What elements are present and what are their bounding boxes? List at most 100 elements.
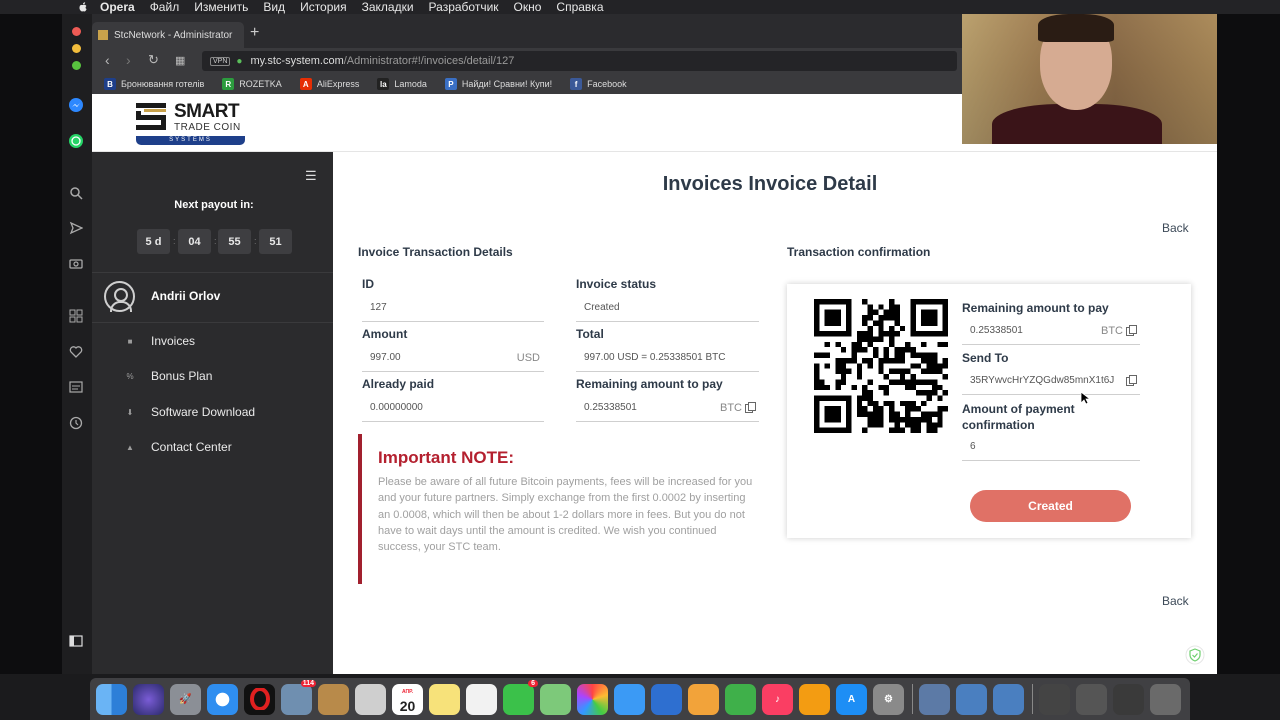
menu-history[interactable]: История [300,0,347,14]
history-icon[interactable] [67,414,85,432]
sidebar-item-label: Software Download [151,405,256,419]
desktop-folder-icon[interactable] [1113,683,1144,715]
copy-icon[interactable] [1126,375,1137,386]
menu-hamburger-icon[interactable]: ☰ [305,168,317,184]
search-icon[interactable] [67,184,85,202]
remaining-currency: BTC [720,402,742,414]
tab-title: StcNetwork - Administrator [114,29,233,41]
vpn-badge[interactable]: VPN [210,56,231,66]
menu-file[interactable]: Файл [150,0,180,14]
bookmark-facebook[interactable]: f Facebook [570,78,627,90]
menu-developer[interactable]: Разработчик [429,0,499,14]
address-bar[interactable]: VPN ● my.stc-system.com /Administrator#!… [202,51,957,71]
menu-opera[interactable]: Opera [100,0,135,14]
bookmark-price[interactable]: P Найди! Сравни! Купи! [444,78,552,90]
qr-code-icon[interactable] [814,299,948,433]
copy-icon[interactable] [745,402,756,413]
maps-icon[interactable] [540,683,571,715]
sidebar-item-label: Bonus Plan [151,369,213,383]
news-icon[interactable] [67,378,85,396]
created-status-button[interactable]: Created [970,490,1131,522]
send-to-label: Send To [962,351,1009,365]
preview-icon[interactable] [919,683,950,715]
app-sidebar: ☰ Next payout in: 5 d : 04 : 55 : 51 And… [92,152,333,674]
screenshot-icon[interactable] [956,683,987,715]
bookmark-lamoda[interactable]: la Lamoda [377,78,427,90]
stc-logo[interactable]: SMART TRADE COIN SYSTEMS [136,101,246,147]
maximize-window-icon[interactable] [72,61,81,70]
back-nav-icon[interactable]: ‹ [105,52,110,68]
close-window-icon[interactable] [72,27,81,36]
download-icon: ⬇ [126,407,134,417]
speed-dial-icon[interactable] [67,307,85,325]
paid-field: 0.00000000 [362,401,544,422]
messenger-icon[interactable] [67,96,85,114]
messages-icon[interactable] [614,683,645,715]
app-store-icon[interactable]: A [836,683,867,715]
bookmark-rozetka[interactable]: R ROZETKA [222,78,282,90]
apple-icon[interactable] [76,1,90,13]
heart-icon[interactable] [67,343,85,361]
sidebar-toggle-icon[interactable] [67,632,85,650]
reminders-icon[interactable] [466,683,497,715]
numbers-icon[interactable] [725,683,756,715]
finder-icon[interactable] [96,683,127,715]
user-name[interactable]: Andrii Orlov [151,289,220,303]
menu-edit[interactable]: Изменить [194,0,248,14]
sidebar-item-bonus-plan[interactable]: % Bonus Plan [92,363,333,389]
total-label: Total [576,327,604,341]
countdown-seconds: 51 [259,229,292,254]
card-remaining-currency-wrap: BTC [1101,324,1137,338]
send-to-field: 35RYwvcHrYZQGdw85mnX1t6J [962,374,1140,395]
contacts-icon[interactable] [318,683,349,715]
notes-gray-icon[interactable] [355,683,386,715]
copy-icon[interactable] [1126,325,1137,336]
browser-tab[interactable]: StcNetwork - Administrator [92,22,244,48]
system-preferences-icon[interactable]: ⚙ [873,683,904,715]
opera-icon[interactable] [244,683,275,715]
new-tab-button[interactable]: + [250,24,259,42]
mail-icon[interactable]: 114 [281,679,316,715]
whatsapp-icon[interactable] [67,132,85,150]
menu-help[interactable]: Справка [556,0,603,14]
pages-icon[interactable] [688,683,719,715]
lock-icon[interactable]: ● [236,56,242,67]
trash-icon[interactable] [1150,683,1181,715]
bookmark-booking[interactable]: B Бронювання готелів [104,78,204,90]
sidebar-item-software-download[interactable]: ⬇ Software Download [92,399,333,425]
sidebar-item-contact-center[interactable]: ▲ Contact Center [92,434,333,460]
menu-view[interactable]: Вид [263,0,285,14]
avatar[interactable] [104,281,135,312]
menu-bookmarks[interactable]: Закладки [362,0,414,14]
safari-icon[interactable] [207,683,238,715]
camera-icon[interactable] [67,254,85,272]
forward-nav-icon[interactable]: › [126,52,131,68]
reload-icon[interactable]: ↻ [148,52,159,68]
price-icon: P [444,78,457,90]
status-value: Created [584,302,620,313]
downloads-icon[interactable] [1076,683,1107,715]
keynote-icon[interactable] [651,683,682,715]
back-link-top[interactable]: Back [1162,221,1189,235]
launchpad-icon[interactable]: 🚀 [170,683,201,715]
screenshot-2-icon[interactable] [993,683,1024,715]
notes-icon[interactable] [429,683,460,715]
remaining-currency-wrap: BTC [720,401,756,415]
siri-icon[interactable] [133,683,164,715]
back-link-bottom[interactable]: Back [1162,594,1189,608]
shield-check-icon[interactable] [1185,645,1205,665]
amount-label: Amount [362,327,408,341]
menu-window[interactable]: Окно [514,0,542,14]
send-icon[interactable] [67,219,85,237]
tabs-grid-icon[interactable]: ▦ [175,54,185,67]
photos-icon[interactable] [577,683,608,715]
sidebar-item-invoices[interactable]: ■ Invoices [92,328,333,354]
logo-title: SMART [174,101,240,122]
calendar-icon[interactable]: АПР. 20 [392,683,423,715]
bookmark-aliexpress[interactable]: A AliExpress [299,78,359,90]
minimize-window-icon[interactable] [72,44,81,53]
folder-icon[interactable] [1039,683,1070,715]
facetime-icon[interactable]: 6 [503,679,538,715]
books-icon[interactable] [799,683,830,715]
music-icon[interactable]: ♪ [762,683,793,715]
